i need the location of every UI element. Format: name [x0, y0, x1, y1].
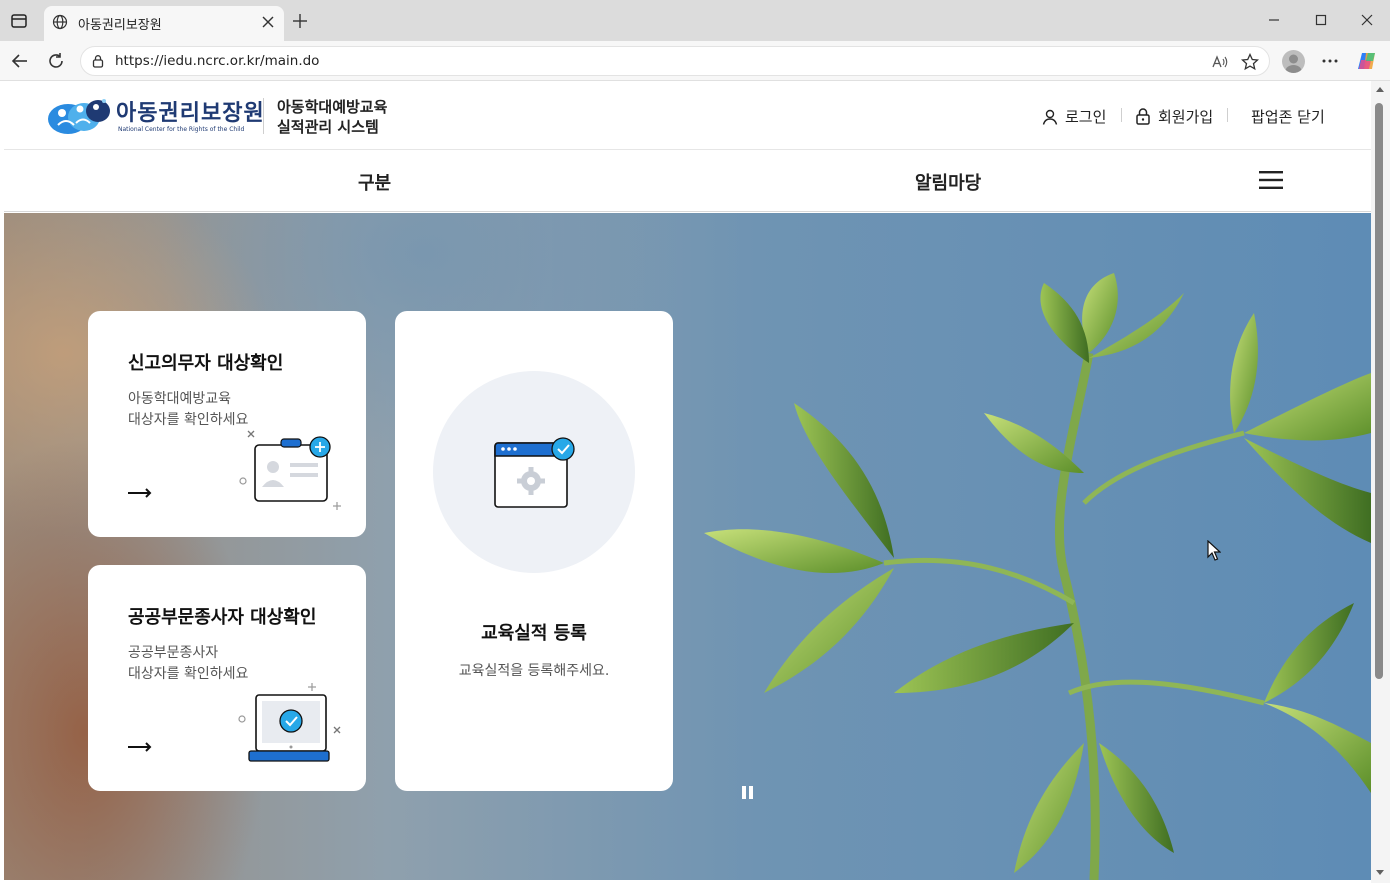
tab-close-icon[interactable] — [262, 16, 274, 28]
url-text: https://iedu.ncrc.or.kr/main.do — [115, 53, 320, 69]
register-card-description: 교육실적을 등록해주세요. — [458, 663, 610, 679]
more-options-icon[interactable] — [1320, 52, 1340, 70]
reporter-check-card[interactable]: 신고의무자 대상확인 아동학대예방교육 대상자를 확인하세요 — [88, 311, 366, 537]
browser-tab-bar: 아동권리보장원 — [0, 0, 1390, 41]
util-separator — [1121, 108, 1122, 122]
window-close-icon[interactable] — [1359, 12, 1375, 28]
system-name-line1: 아동학대예방교육 — [277, 98, 388, 116]
hero-banner: 신고의무자 대상확인 아동학대예방교육 대상자를 확인하세요 공공부문종사자 대… — [4, 213, 1371, 880]
logo-title[interactable]: 아동권리보장원 — [116, 95, 265, 127]
education-register-card[interactable]: 교육실적 등록 교육실적을 등록해주세요. — [395, 311, 673, 791]
minimize-icon[interactable] — [1266, 12, 1282, 28]
tab-title: 아동권리보장원 — [78, 18, 162, 33]
site-header: 아동권리보장원 National Center for the Rights o… — [4, 81, 1371, 150]
close-popup-label: 팝업존 닫기 — [1251, 108, 1325, 126]
tab-actions-icon[interactable] — [10, 12, 28, 30]
reporter-desc-line2: 대상자를 확인하세요 — [128, 412, 249, 428]
arrow-right-icon[interactable] — [128, 742, 152, 752]
profile-icon — [1285, 54, 1302, 73]
lock-icon[interactable] — [91, 54, 105, 68]
reporter-card-title: 신고의무자 대상확인 — [128, 353, 284, 374]
menu-item-category[interactable]: 구분 — [358, 169, 391, 195]
menu-item-notice[interactable]: 알림마당 — [915, 169, 981, 195]
pause-icon — [749, 786, 753, 799]
logo-subtitle: National Center for the Rights of the Ch… — [118, 126, 245, 133]
public-desc-line2: 대상자를 확인하세요 — [128, 666, 249, 682]
logo-divider — [263, 98, 264, 134]
new-tab-icon[interactable] — [292, 13, 308, 29]
globe-icon — [52, 14, 68, 30]
page-viewport: 아동권리보장원 National Center for the Rights o… — [4, 81, 1371, 880]
scrollbar-thumb[interactable] — [1375, 103, 1383, 679]
laptop-check-illustration-icon — [238, 683, 341, 762]
system-name-line2: 실적관리 시스템 — [277, 118, 379, 136]
util-separator — [1227, 108, 1228, 122]
signup-link[interactable]: 회원가입 — [1135, 106, 1213, 127]
back-arrow-icon[interactable] — [11, 52, 29, 70]
main-navigation: 구분 알림마당 — [4, 150, 1371, 212]
id-card-illustration-icon — [239, 430, 341, 510]
user-icon — [1042, 109, 1058, 125]
mouse-cursor-icon — [1207, 540, 1221, 561]
ncrc-logo-icon[interactable] — [46, 95, 112, 137]
arrow-right-icon[interactable] — [128, 488, 152, 498]
hamburger-menu-icon[interactable] — [1259, 170, 1283, 190]
system-name: 아동학대예방교육 실적관리 시스템 — [277, 97, 387, 137]
signup-label: 회원가입 — [1158, 108, 1214, 126]
copilot-icon[interactable] — [1356, 50, 1378, 72]
read-aloud-icon[interactable] — [1211, 53, 1229, 71]
pause-icon — [742, 786, 746, 799]
scroll-down-icon[interactable] — [1376, 870, 1384, 875]
login-link[interactable]: 로그인 — [1042, 106, 1106, 127]
register-icon-circle — [433, 371, 635, 573]
profile-avatar[interactable] — [1282, 50, 1305, 73]
url-input[interactable]: https://iedu.ncrc.or.kr/main.do — [80, 46, 1270, 76]
padlock-icon — [1136, 108, 1150, 125]
browser-address-bar: https://iedu.ncrc.or.kr/main.do — [0, 41, 1390, 81]
public-card-title: 공공부문종사자 대상확인 — [128, 607, 317, 628]
public-worker-check-card[interactable]: 공공부문종사자 대상확인 공공부문종사자 대상자를 확인하세요 — [88, 565, 366, 791]
reporter-desc-line1: 아동학대예방교육 — [128, 391, 232, 407]
public-card-description: 공공부문종사자 대상자를 확인하세요 — [128, 643, 248, 685]
refresh-icon[interactable] — [47, 52, 65, 70]
favorite-star-icon[interactable] — [1241, 53, 1259, 71]
reporter-card-description: 아동학대예방교육 대상자를 확인하세요 — [128, 389, 248, 431]
maximize-icon[interactable] — [1313, 12, 1329, 28]
register-card-title: 교육실적 등록 — [481, 623, 587, 644]
public-desc-line1: 공공부문종사자 — [128, 645, 219, 661]
page-scrollbar[interactable] — [1371, 81, 1390, 883]
slider-pause-button[interactable] — [742, 786, 754, 800]
close-popup-zone-link[interactable]: 팝업존 닫기 — [1251, 106, 1325, 127]
settings-window-icon — [494, 437, 575, 508]
scroll-up-icon[interactable] — [1376, 87, 1384, 92]
login-label: 로그인 — [1065, 108, 1107, 126]
browser-tab-active[interactable]: 아동권리보장원 — [44, 6, 284, 41]
